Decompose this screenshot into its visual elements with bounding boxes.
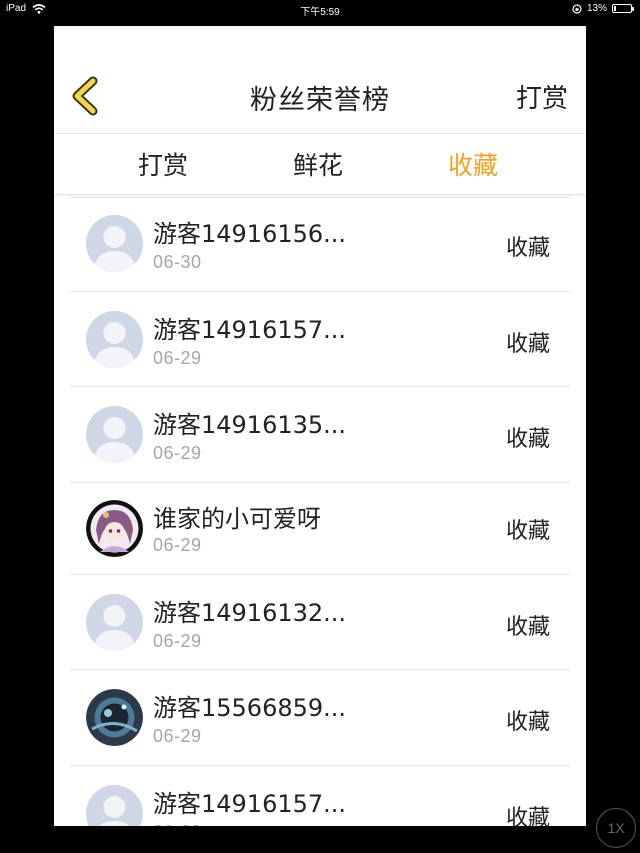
fan-action: 收藏 <box>505 427 550 452</box>
fan-name: 游客14916156... <box>153 220 347 248</box>
fan-action: 收藏 <box>505 805 550 827</box>
avatar <box>86 784 143 826</box>
avatar <box>86 310 143 368</box>
fan-date: 06-29 <box>153 347 202 368</box>
photo-avatar-icon <box>86 689 143 746</box>
default-user-icon <box>86 593 143 651</box>
fan-name: 游客14916157... <box>153 789 347 818</box>
status-time: 下午5:59 <box>300 7 340 18</box>
app-window: 粉丝荣誉榜 打赏 打赏 鲜花 收藏 游客14916156... 06-30 收藏 <box>54 26 586 826</box>
fan-name: 游客15566859... <box>153 694 347 722</box>
battery-percent: 13% <box>586 3 607 14</box>
avatar <box>86 215 143 272</box>
default-user-icon <box>86 406 143 463</box>
fan-date: 06-29 <box>153 443 202 463</box>
list-item[interactable]: 谁家的小可爱呀 06-29 收藏 <box>70 483 570 575</box>
status-bar: iPad 下午5:59 13% <box>0 0 640 18</box>
rotation-lock-icon <box>572 3 582 14</box>
default-user-icon <box>86 784 143 826</box>
battery-icon <box>612 4 634 13</box>
default-user-icon <box>86 310 143 368</box>
fan-date: 06-30 <box>153 252 202 272</box>
avatar <box>86 593 143 651</box>
tab-reward[interactable]: 打赏 <box>138 146 188 182</box>
fan-action: 收藏 <box>505 710 550 735</box>
fan-list: 游客14916156... 06-30 收藏 游客14916157... 06-… <box>70 196 570 826</box>
fan-action: 收藏 <box>505 331 550 357</box>
fan-action: 收藏 <box>505 518 550 544</box>
fan-action: 收藏 <box>505 236 550 261</box>
list-item[interactable]: 游客14916157... 06-29 收藏 <box>70 766 570 827</box>
fan-action: 收藏 <box>505 614 550 640</box>
fan-date: 06-29 <box>153 726 202 746</box>
default-user-icon <box>86 215 143 272</box>
fan-name: 游客14916157... <box>153 315 347 344</box>
fan-date: 06-29 <box>153 534 202 555</box>
reward-button[interactable]: 打赏 <box>516 78 568 115</box>
list-item[interactable]: 游客14916132... 06-29 收藏 <box>70 575 570 670</box>
avatar <box>86 689 143 746</box>
anime-avatar-icon <box>86 499 143 557</box>
page-title: 粉丝荣誉榜 <box>250 85 390 116</box>
fan-date: 06-29 <box>153 630 202 651</box>
tab-favorites[interactable]: 收藏 <box>448 146 498 182</box>
tab-flowers[interactable]: 鲜花 <box>293 146 343 182</box>
fan-name: 游客14916135... <box>153 411 347 439</box>
avatar <box>86 499 143 557</box>
list-item[interactable]: 游客14916135... 06-29 收藏 <box>70 387 570 483</box>
playback-speed-button[interactable]: 1X <box>596 808 636 848</box>
tab-bar: 打赏 鲜花 收藏 <box>54 134 586 195</box>
list-item[interactable]: 游客14916156... 06-30 收藏 <box>70 196 570 292</box>
fan-date: 06-29 <box>153 822 202 827</box>
nav-bar: 粉丝荣誉榜 打赏 <box>54 26 586 134</box>
list-item[interactable]: 游客14916157... 06-29 收藏 <box>70 292 570 387</box>
avatar <box>86 406 143 463</box>
list-item[interactable]: 游客15566859... 06-29 收藏 <box>70 670 570 766</box>
fan-name: 游客14916132... <box>153 598 347 627</box>
fan-name: 谁家的小可爱呀 <box>153 504 321 533</box>
